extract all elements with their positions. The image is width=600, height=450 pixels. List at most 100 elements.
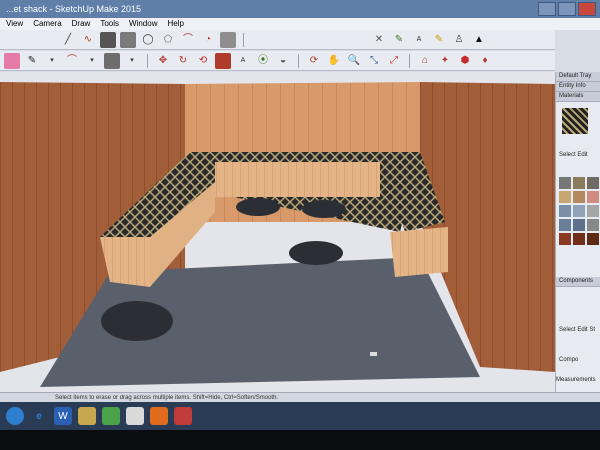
swatch[interactable] [573,177,585,189]
menu-draw[interactable]: Draw [72,18,91,30]
circle-tool-icon[interactable]: ◯ [140,32,156,48]
menu-window[interactable]: Window [129,18,157,30]
sketchup-icon[interactable] [174,407,192,425]
push-pull-icon[interactable] [220,31,236,48]
toolbar-separator [409,53,410,68]
rotate-tool-icon[interactable]: ↻ [175,53,191,69]
swatch[interactable] [573,233,585,245]
pan-tool-icon[interactable]: ✋ [326,53,342,69]
zoom-tool-icon[interactable]: 🔍 [346,53,362,69]
dropdown-arrow-icon[interactable]: ▾ [44,53,60,69]
paint-bucket-icon[interactable]: ✎ [431,32,447,48]
chrome-icon[interactable] [102,407,120,425]
swatch[interactable] [559,205,571,217]
menu-bar: View Camera Draw Tools Window Help [0,18,600,30]
start-button[interactable] [6,407,24,425]
materials-panel[interactable]: Materials [556,92,600,102]
protractor-icon[interactable]: ◒ [275,53,291,69]
back-bench-front [215,162,380,197]
menu-camera[interactable]: Camera [33,18,61,30]
dimension-tool-icon[interactable]: ✕ [371,32,387,48]
follow-me-icon[interactable]: ⟲ [195,53,211,69]
tab-edit[interactable]: Edit [577,152,587,158]
pencil-icon[interactable]: ✎ [24,53,40,69]
pie-tool-icon[interactable]: ◔ [200,32,216,48]
swatch[interactable] [573,205,585,217]
text-icon[interactable]: A [235,53,251,69]
swatch[interactable] [559,233,571,245]
menu-tools[interactable]: Tools [100,18,119,30]
menu-view[interactable]: View [6,18,23,30]
dropdown-arrow-icon[interactable]: ▾ [124,53,140,69]
tab-select[interactable]: Select [559,152,576,158]
line-tool-icon[interactable]: ╱ [60,32,76,48]
status-bar: Select items to erase or drag across mul… [0,392,600,402]
toolbar-separator [243,32,244,47]
explorer-icon[interactable] [78,407,96,425]
extension-icon[interactable]: ⬢ [457,53,473,69]
arc-tool-icon[interactable]: ⌒ [180,32,196,48]
move-tool-icon[interactable]: ✥ [155,53,171,69]
tab-select[interactable]: Select [559,327,576,333]
walk-tool-icon[interactable]: ♙ [451,32,467,48]
shape-tool-icon[interactable] [104,52,120,69]
maximize-button[interactable] [558,2,576,16]
tape-measure-icon[interactable]: ⦿ [255,53,271,69]
swatch[interactable] [587,191,599,203]
eraser-cursor [370,352,377,356]
current-material-swatch [562,108,588,134]
component-label: Compo [559,357,579,363]
zoom-extents-icon[interactable]: ⤢ [386,53,402,69]
swatch[interactable] [587,233,599,245]
menu-help[interactable]: Help [167,18,183,30]
entity-info-panel[interactable]: Entity Info [556,82,600,92]
floor-spot [302,200,346,218]
ruby-icon[interactable]: ♦ [477,53,493,69]
floor-spot [289,241,343,265]
room-model [0,72,555,392]
polygon-tool-icon[interactable]: ⬠ [160,32,176,48]
freehand-tool-icon[interactable]: ∿ [80,32,96,48]
text-tool-icon[interactable]: ✎ [391,32,407,48]
screen: ...et shack - SketchUp Make 2015 View Ca… [0,0,600,430]
firefox-icon[interactable] [150,407,168,425]
floor-spot [101,301,173,341]
share-model-icon[interactable]: ✦ [437,53,453,69]
eraser-tool-icon[interactable] [4,52,20,69]
scale-tool-icon[interactable] [215,52,231,69]
window-controls [538,2,596,16]
swatch[interactable] [587,177,599,189]
tab-edit[interactable]: Edit [577,327,587,333]
swatch[interactable] [573,191,585,203]
components-panel[interactable]: Components [556,277,600,287]
toolbar-separator [298,53,299,68]
dropdown-arrow-icon[interactable]: ▾ [84,53,100,69]
large-toolbar: ╱ ∿ ◯ ⬠ ⌒ ◔ ✕ ✎ A ✎ ♙ ▲ [0,30,555,50]
warehouse-icon[interactable]: ⌂ [417,53,433,69]
section-plane-icon[interactable]: ▲ [471,32,487,48]
swatch[interactable] [587,219,599,231]
swatch[interactable] [559,219,571,231]
swatch[interactable] [573,219,585,231]
swatch[interactable] [559,177,571,189]
swatch[interactable] [587,205,599,217]
minimize-button[interactable] [538,2,556,16]
app-icon[interactable] [126,407,144,425]
rectangle-tool-icon[interactable] [100,31,116,48]
arc-icon[interactable]: ⌒ [64,53,80,69]
3d-text-icon[interactable]: A [411,32,427,48]
close-button[interactable] [578,2,596,16]
word-icon[interactable]: W [54,407,72,425]
tab-statistics[interactable]: St [589,327,595,333]
zoom-window-icon[interactable]: ⤡ [366,53,382,69]
rotated-rect-icon[interactable] [120,31,136,48]
orbit-tool-icon[interactable]: ⟳ [306,53,322,69]
taskbar: e W [0,402,600,430]
modeling-viewport[interactable] [0,72,555,392]
ie-icon[interactable]: e [30,407,48,425]
title-bar: ...et shack - SketchUp Make 2015 [0,0,600,18]
floor-spot [236,198,280,216]
default-tray: Default Tray Entity Info Materials Selec… [555,72,600,392]
material-swatches [559,177,599,245]
swatch[interactable] [559,191,571,203]
